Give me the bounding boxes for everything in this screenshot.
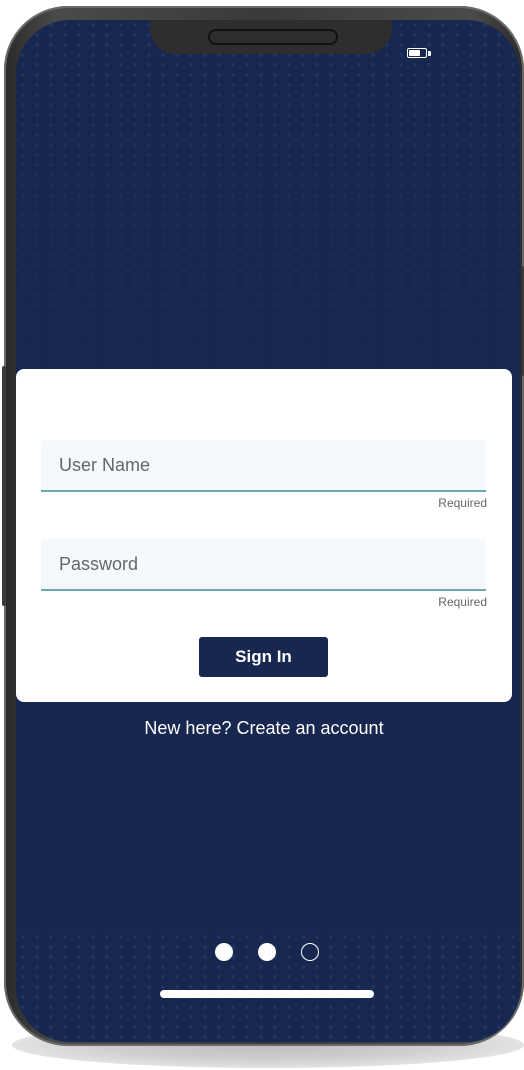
pagination-dot-2[interactable] bbox=[258, 943, 276, 961]
battery-fill bbox=[409, 50, 420, 56]
password-field[interactable] bbox=[41, 539, 486, 591]
home-indicator[interactable] bbox=[160, 990, 374, 998]
pagination-dot-3[interactable] bbox=[301, 943, 319, 961]
username-required-hint: Required bbox=[438, 496, 487, 510]
username-field[interactable] bbox=[41, 440, 486, 492]
speaker-grille bbox=[208, 29, 338, 45]
battery-body bbox=[407, 48, 427, 58]
pagination-dot-1[interactable] bbox=[215, 943, 233, 961]
sign-in-button[interactable]: Sign In bbox=[199, 637, 328, 677]
password-required-hint: Required bbox=[438, 595, 487, 609]
login-card: Required Required Sign In bbox=[16, 369, 512, 702]
battery-cap bbox=[428, 51, 431, 56]
password-input[interactable] bbox=[41, 539, 486, 589]
create-account-link[interactable]: New here? Create an account bbox=[4, 718, 524, 739]
background-pattern-top bbox=[16, 20, 520, 400]
pagination-dots bbox=[207, 943, 327, 965]
stage: Required Required Sign In New here? Crea… bbox=[0, 0, 524, 1070]
side-button-left bbox=[2, 366, 6, 606]
username-input[interactable] bbox=[41, 440, 486, 490]
phone-frame: Required Required Sign In New here? Crea… bbox=[2, 6, 524, 1046]
